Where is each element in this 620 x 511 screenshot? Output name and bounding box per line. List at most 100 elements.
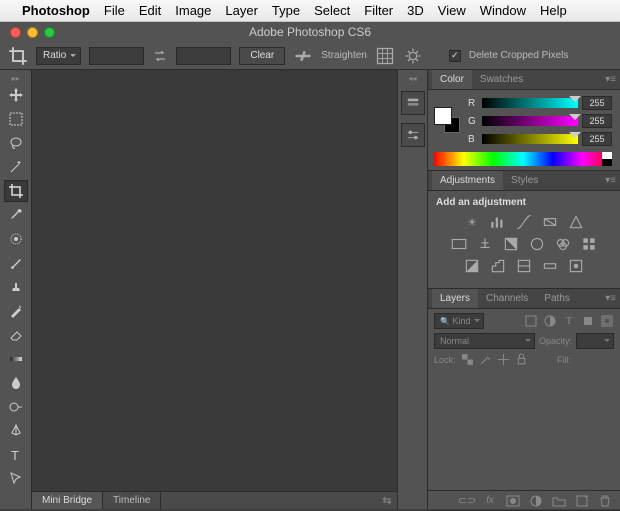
channel-mixer-icon[interactable] [554,236,572,252]
selective-color-icon[interactable] [567,258,585,274]
menu-layer[interactable]: Layer [225,3,258,18]
dodge-tool[interactable] [4,396,28,418]
brush-tool[interactable] [4,252,28,274]
tab-timeline[interactable]: Timeline [103,492,161,509]
new-layer-icon[interactable] [575,494,589,508]
move-tool[interactable] [4,84,28,106]
photo-filter-icon[interactable] [528,236,546,252]
tab-channels[interactable]: Channels [478,289,536,308]
pen-tool[interactable] [4,420,28,442]
color-spectrum-ramp[interactable] [434,152,612,166]
adjustments-panel-menu-icon[interactable]: ▾≡ [605,175,616,186]
brightness-contrast-icon[interactable]: ☀ [463,214,481,230]
lock-all-icon[interactable] [515,353,528,366]
lock-position-icon[interactable] [497,353,510,366]
new-group-icon[interactable] [552,494,566,508]
tab-swatches[interactable]: Swatches [472,70,531,89]
filter-shape-layers-icon[interactable] [581,314,595,328]
r-value-field[interactable]: 255 [582,96,612,110]
filter-adjustment-layers-icon[interactable] [543,314,557,328]
history-panel-icon[interactable] [401,91,425,115]
curves-icon[interactable] [515,214,533,230]
properties-panel-icon[interactable] [401,123,425,147]
tab-color[interactable]: Color [432,70,472,89]
r-slider[interactable] [482,98,578,108]
spot-healing-tool[interactable] [4,228,28,250]
bottom-panel-expand-icon[interactable]: ⇆ [377,494,397,507]
magic-wand-tool[interactable] [4,156,28,178]
tab-styles[interactable]: Styles [503,171,546,190]
menu-3d[interactable]: 3D [407,3,424,18]
color-balance-icon[interactable] [476,236,494,252]
color-lookup-icon[interactable] [580,236,598,252]
color-panel-menu-icon[interactable]: ▾≡ [605,74,616,85]
layers-panel-menu-icon[interactable]: ▾≡ [605,293,616,304]
clear-crop-button[interactable]: Clear [239,47,285,65]
crop-tool-preset-icon[interactable] [8,46,28,66]
eraser-tool[interactable] [4,324,28,346]
threshold-icon[interactable] [515,258,533,274]
filter-pixel-layers-icon[interactable] [524,314,538,328]
crop-tool[interactable] [4,180,28,202]
app-menu[interactable]: Photoshop [22,3,90,18]
crop-options-gear-icon[interactable] [403,46,423,66]
blur-tool[interactable] [4,372,28,394]
history-brush-tool[interactable] [4,300,28,322]
lock-transparency-icon[interactable] [461,353,474,366]
g-value-field[interactable]: 255 [582,114,612,128]
menu-file[interactable]: File [104,3,125,18]
blend-mode-dropdown[interactable]: Normal [434,333,535,349]
menu-image[interactable]: Image [175,3,211,18]
menu-help[interactable]: Help [540,3,567,18]
black-white-icon[interactable] [502,236,520,252]
clone-stamp-tool[interactable] [4,276,28,298]
delete-layer-trash-icon[interactable] [598,494,612,508]
marquee-tool[interactable] [4,108,28,130]
levels-icon[interactable] [489,214,507,230]
filter-type-layers-icon[interactable]: T [562,314,576,328]
menu-window[interactable]: Window [480,3,526,18]
foreground-color-swatch[interactable] [434,107,452,125]
layer-style-fx-icon[interactable]: fx [483,494,497,508]
exposure-icon[interactable] [541,214,559,230]
opacity-field[interactable] [576,333,614,349]
tab-paths[interactable]: Paths [536,289,578,308]
swap-dimensions-icon[interactable] [152,48,168,64]
link-layers-icon[interactable]: ⊂⊃ [460,494,474,508]
foreground-background-swatch[interactable] [434,107,462,135]
layer-mask-icon[interactable] [506,494,520,508]
strip-grip[interactable]: ◂◂ [408,74,416,83]
menu-select[interactable]: Select [314,3,350,18]
tab-adjustments[interactable]: Adjustments [432,171,503,190]
path-selection-tool[interactable] [4,468,28,490]
vibrance-icon[interactable] [567,214,585,230]
hue-saturation-icon[interactable] [450,236,468,252]
invert-icon[interactable] [463,258,481,274]
filter-smart-object-icon[interactable] [600,314,614,328]
g-slider[interactable] [482,116,578,126]
menu-edit[interactable]: Edit [139,3,161,18]
b-slider[interactable] [482,134,578,144]
delete-cropped-checkbox[interactable]: ✓ [449,50,461,62]
straighten-icon[interactable] [293,46,313,66]
layer-filter-kind-dropdown[interactable]: 🔍 Kind [434,313,484,329]
crop-overlay-icon[interactable] [375,46,395,66]
menu-filter[interactable]: Filter [364,3,393,18]
tab-layers[interactable]: Layers [432,289,478,308]
menu-type[interactable]: Type [272,3,300,18]
tools-panel-grip[interactable]: ▸▸ [6,74,26,82]
lasso-tool[interactable] [4,132,28,154]
new-adjustment-layer-icon[interactable] [529,494,543,508]
posterize-icon[interactable] [489,258,507,274]
b-value-field[interactable]: 255 [582,132,612,146]
crop-ratio-dropdown[interactable]: Ratio [36,47,81,65]
eyedropper-tool[interactable] [4,204,28,226]
crop-height-field[interactable] [176,47,231,65]
type-tool[interactable]: T [4,444,28,466]
gradient-map-icon[interactable] [541,258,559,274]
gradient-tool[interactable] [4,348,28,370]
lock-pixels-icon[interactable] [479,353,492,366]
menu-view[interactable]: View [438,3,466,18]
tab-mini-bridge[interactable]: Mini Bridge [32,492,103,509]
crop-width-field[interactable] [89,47,144,65]
